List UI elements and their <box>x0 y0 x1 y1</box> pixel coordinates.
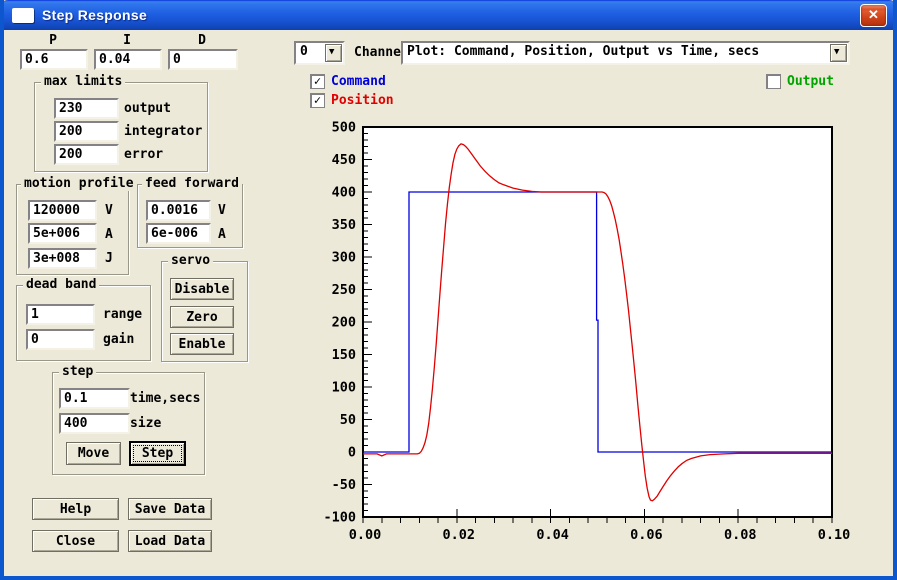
p-label: P <box>20 33 86 48</box>
y-tick-label: 100 <box>332 380 356 396</box>
step-response-window: Step Response ✕ P I D max limits output … <box>0 0 897 580</box>
accel-input[interactable] <box>28 223 97 244</box>
ff-accel-input[interactable] <box>146 223 211 244</box>
motion-profile-title: motion profile <box>21 176 137 191</box>
dead-band-group: dead band range gain <box>16 285 151 361</box>
jerk-input[interactable] <box>28 248 97 269</box>
jerk-unit-label: J <box>105 251 113 266</box>
output-checkbox[interactable] <box>766 74 781 89</box>
load-data-button[interactable]: Load Data <box>128 530 212 552</box>
dead-band-range-label: range <box>103 307 142 322</box>
close-button[interactable]: ✕ <box>860 4 887 27</box>
x-tick-label: 0.00 <box>349 527 382 543</box>
close-window-button[interactable]: Close <box>32 530 119 552</box>
servo-zero-button[interactable]: Zero <box>170 306 234 328</box>
app-icon <box>12 8 34 23</box>
y-tick-label: 150 <box>332 347 356 363</box>
ff-accel-unit-label: A <box>218 227 226 242</box>
plot-select-value: Plot: Command, Position, Output vs Time,… <box>407 44 759 59</box>
servo-enable-button[interactable]: Enable <box>170 333 234 355</box>
motion-profile-group: motion profile V A J <box>16 184 129 275</box>
dead-band-range-input[interactable] <box>26 304 95 325</box>
accel-unit-label: A <box>105 227 113 242</box>
save-data-button[interactable]: Save Data <box>128 498 212 520</box>
velocity-unit-label: V <box>105 203 113 218</box>
y-tick-label: 250 <box>332 282 356 298</box>
y-tick-label: 450 <box>332 152 356 168</box>
position-checkbox[interactable]: ✓ <box>310 93 325 108</box>
servo-disable-button[interactable]: Disable <box>170 278 234 300</box>
p-input[interactable] <box>20 49 88 70</box>
channel-select[interactable]: 0 <box>294 41 345 65</box>
plot-chevron-down-icon[interactable] <box>830 44 847 62</box>
command-checkbox-label: Command <box>331 74 386 89</box>
y-tick-label: -100 <box>324 510 356 526</box>
help-button[interactable]: Help <box>32 498 119 520</box>
x-tick-label: 0.08 <box>724 527 757 543</box>
servo-title: servo <box>168 253 213 268</box>
y-tick-label: 50 <box>340 412 356 428</box>
max-error-label: error <box>124 147 163 162</box>
ff-velocity-input[interactable] <box>146 200 211 221</box>
output-legend-item: Output <box>766 74 834 89</box>
channel-chevron-down-icon[interactable] <box>325 44 342 62</box>
y-tick-label: 0 <box>348 445 356 461</box>
y-tick-label: -50 <box>332 477 356 493</box>
dead-band-gain-input[interactable] <box>26 329 95 350</box>
dead-band-title: dead band <box>23 277 99 292</box>
d-label: D <box>168 33 236 48</box>
step-button[interactable]: Step <box>129 441 186 466</box>
i-label: I <box>94 33 160 48</box>
plot-select[interactable]: Plot: Command, Position, Output vs Time,… <box>401 41 850 65</box>
y-tick-label: 400 <box>332 185 356 201</box>
output-checkbox-label: Output <box>787 74 834 89</box>
position-checkbox-label: Position <box>331 93 394 108</box>
feed-forward-title: feed forward <box>142 176 242 191</box>
ff-velocity-unit-label: V <box>218 203 226 218</box>
velocity-input[interactable] <box>28 200 97 221</box>
max-limits-title: max limits <box>41 74 125 89</box>
step-time-input[interactable] <box>59 388 130 409</box>
x-tick-label: 0.02 <box>443 527 476 543</box>
y-tick-label: 500 <box>332 120 356 136</box>
position-legend-item: ✓ Position <box>310 93 394 108</box>
max-error-input[interactable] <box>54 144 119 165</box>
step-time-label: time,secs <box>130 391 200 406</box>
y-tick-label: 200 <box>332 315 356 331</box>
command-legend-item: ✓ Command <box>310 74 386 89</box>
max-integrator-input[interactable] <box>54 121 119 142</box>
x-tick-label: 0.10 <box>818 527 851 543</box>
max-output-label: output <box>124 101 171 116</box>
x-tick-label: 0.04 <box>536 527 569 543</box>
titlebar: Step Response ✕ <box>0 0 897 30</box>
i-input[interactable] <box>94 49 162 70</box>
step-group: step time,secs size Move Step <box>52 372 205 475</box>
x-tick-label: 0.06 <box>630 527 663 543</box>
step-title: step <box>59 364 96 379</box>
y-tick-label: 300 <box>332 250 356 266</box>
command-checkbox[interactable]: ✓ <box>310 74 325 89</box>
max-integrator-label: integrator <box>124 124 202 139</box>
d-input[interactable] <box>168 49 238 70</box>
step-response-chart: 500450400350300250200150100500-50-1000.0… <box>324 118 880 570</box>
step-size-label: size <box>130 416 161 431</box>
window-title: Step Response <box>42 7 147 23</box>
close-icon: ✕ <box>868 7 879 22</box>
servo-group: servo Disable Zero Enable <box>161 261 248 362</box>
dead-band-gain-label: gain <box>103 332 134 347</box>
step-size-input[interactable] <box>59 413 130 434</box>
move-button[interactable]: Move <box>66 442 121 465</box>
max-output-input[interactable] <box>54 98 119 119</box>
feed-forward-group: feed forward V A <box>137 184 243 248</box>
y-tick-label: 350 <box>332 217 356 233</box>
max-limits-group: max limits output integrator error <box>34 82 208 172</box>
channel-value: 0 <box>300 44 308 59</box>
